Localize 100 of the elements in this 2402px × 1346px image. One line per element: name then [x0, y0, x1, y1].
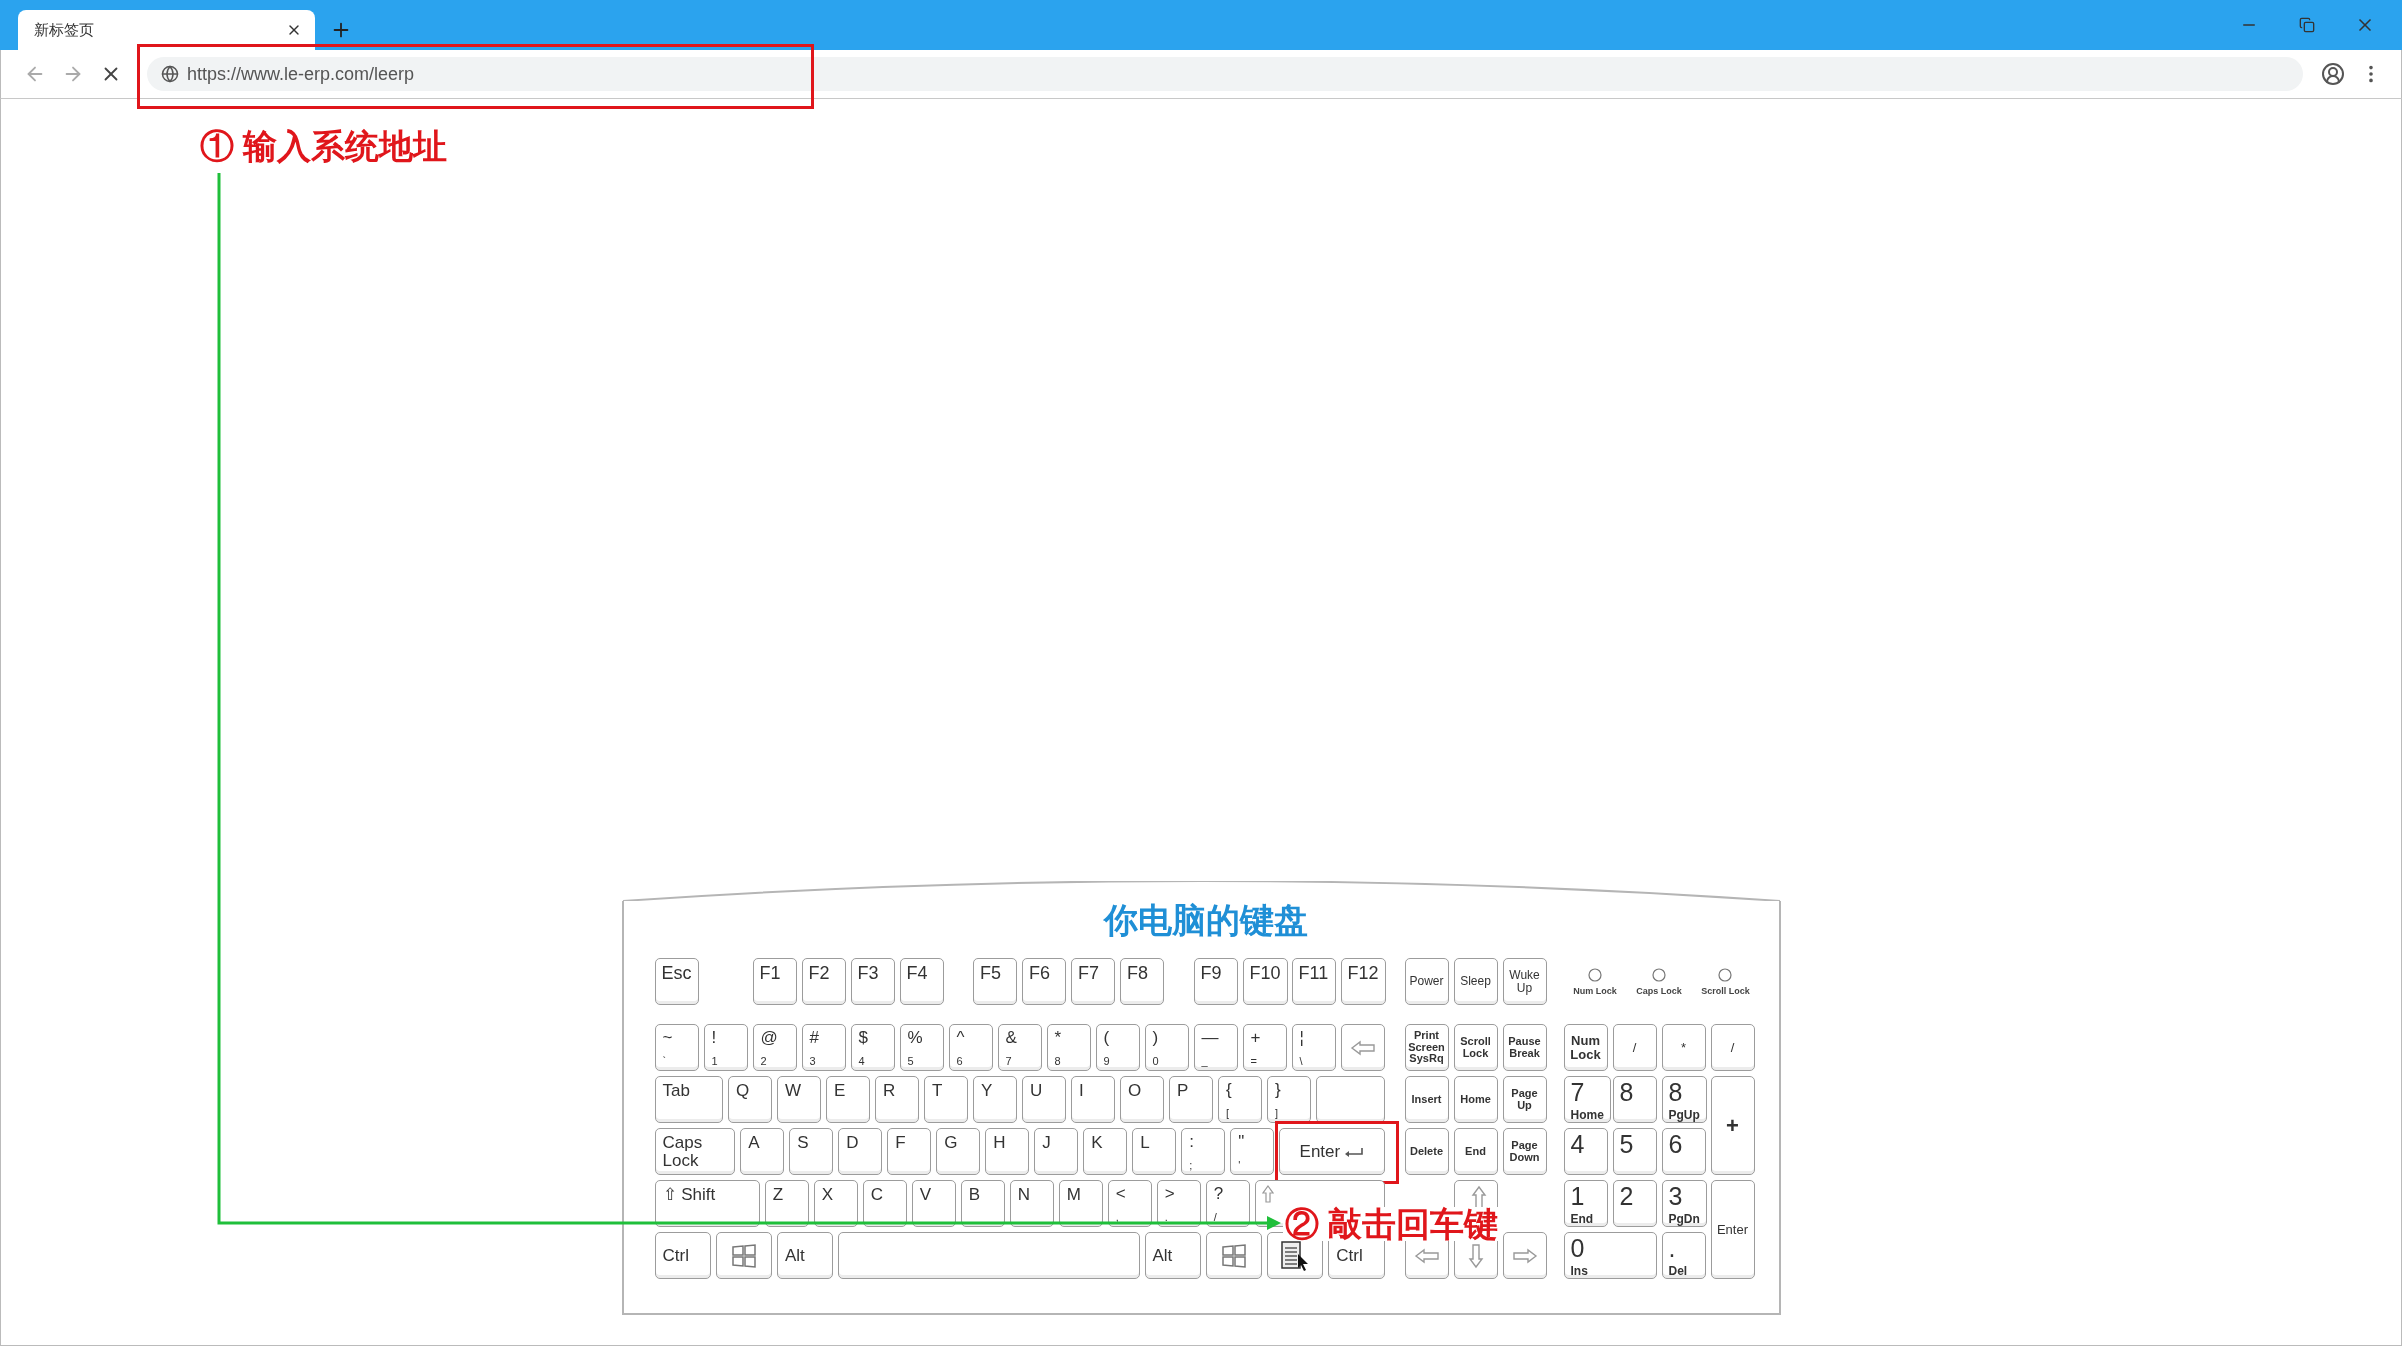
windows-logo-icon [730, 1242, 757, 1269]
key-upper-label: ! [711, 1029, 717, 1046]
keyboard-key: Alt [777, 1232, 834, 1279]
keyboard-key: F4 [899, 958, 944, 1005]
keyboard-key: F1 [752, 958, 797, 1005]
indicator-light-icon [1588, 967, 1602, 982]
key-upper-label: * [1054, 1029, 1062, 1046]
keyboard-key: J [1034, 1128, 1079, 1175]
key-upper-label: : [1189, 1133, 1194, 1150]
keyboard-key: F10 [1242, 958, 1288, 1005]
key-lower-label: 8 [1054, 1056, 1061, 1067]
key-upper-label: ~ [662, 1029, 673, 1046]
indicator-light-icon [1718, 967, 1733, 982]
key-lower-label: = [1250, 1056, 1257, 1067]
key-upper-label: . [1668, 1236, 1676, 1261]
tab-title: 新标签页 [34, 20, 94, 40]
key-lower-label: \ [1299, 1056, 1303, 1067]
keyboard-key: Pause Break [1502, 1024, 1547, 1071]
keyboard-key: T [924, 1076, 968, 1123]
key-lower-label: 0 [1152, 1056, 1159, 1067]
keyboard-title: 你电脑的键盘 [1102, 901, 1309, 939]
keyboard-key: P [1169, 1076, 1213, 1123]
browser-tab[interactable]: 新标签页 [18, 10, 315, 50]
keyboard-key [1316, 1076, 1385, 1123]
key-upper-label: { [1226, 1081, 1232, 1098]
keyboard-key: V [911, 1180, 956, 1227]
key-lower-label: . [1164, 1212, 1168, 1223]
key-upper-label: ¦ [1299, 1029, 1304, 1046]
keyboard-key: U [1022, 1076, 1066, 1123]
key-upper-label: 4 [1570, 1132, 1585, 1157]
key-upper-label: 5 [1619, 1132, 1634, 1157]
keyboard-key: A [740, 1128, 785, 1175]
key-lower-label: ; [1189, 1160, 1193, 1171]
key-upper-label: — [1201, 1029, 1219, 1046]
key-lower-label: 5 [907, 1056, 914, 1067]
keyboard-key: C [862, 1180, 907, 1227]
keyboard-key: O [1120, 1076, 1164, 1123]
keyboard-key: G [936, 1128, 981, 1175]
key-lower-label: ] [1275, 1108, 1279, 1119]
keyboard-key: Enter [1710, 1180, 1755, 1279]
keyboard-key: H [985, 1128, 1030, 1175]
keyboard-key: S [789, 1128, 834, 1175]
key-upper-label: 1 [1570, 1184, 1585, 1209]
keyboard-key: F2 [801, 958, 846, 1005]
key-lower-label: 1 [711, 1056, 718, 1067]
keyboard-key: / [1612, 1024, 1657, 1071]
key-lower-label: 6 [956, 1056, 963, 1067]
indicator-label: Num Lock [1573, 985, 1617, 996]
key-label: Enter [1299, 1142, 1341, 1161]
keyboard-key: L [1132, 1128, 1177, 1175]
keyboard-key: Z [764, 1180, 809, 1227]
keyboard-key: Caps Lock [654, 1128, 736, 1175]
key-lower-label: 9 [1103, 1056, 1110, 1067]
keyboard-key: Wuke Up [1502, 958, 1547, 1005]
keyboard-key: B [960, 1180, 1005, 1227]
keyboard-key: Y [973, 1076, 1017, 1123]
keyboard-key: D [838, 1128, 883, 1175]
keyboard-key: I [1071, 1076, 1115, 1123]
key-upper-label: 3 [1668, 1184, 1683, 1209]
key-upper-label: 8 [1668, 1080, 1683, 1105]
key-upper-label: 7 [1570, 1080, 1585, 1105]
key-upper-label: % [907, 1029, 923, 1046]
key-upper-label: + [1250, 1029, 1261, 1046]
keyboard-key: Page Up [1502, 1076, 1547, 1123]
keyboard-key: F5 [973, 958, 1017, 1005]
key-upper-label: 8 [1619, 1080, 1634, 1105]
key-upper-label: $ [858, 1029, 868, 1046]
key-upper-label: & [1005, 1029, 1017, 1046]
key-upper-label: # [809, 1029, 819, 1046]
key-upper-label: 2 [1619, 1184, 1634, 1209]
key-upper-label: @ [760, 1029, 778, 1046]
keyboard-key: Page Down [1502, 1128, 1547, 1175]
windows-logo-icon [1220, 1242, 1247, 1269]
key-upper-label: ? [1213, 1185, 1224, 1202]
keyboard-key: Home [1453, 1076, 1498, 1123]
keyboard-key: Print Screen SysRq [1404, 1024, 1449, 1071]
address-field[interactable]: https://www.le-erp.com/leerp [147, 57, 2303, 91]
keyboard-key: * [1661, 1024, 1706, 1071]
key-lower-label: End [1570, 1213, 1594, 1225]
keyboard-key: End [1453, 1128, 1498, 1175]
key-lower-label: PgDn [1668, 1213, 1700, 1225]
keyboard-key: Num Lock [1563, 1024, 1608, 1071]
keyboard-key: + [1710, 1076, 1755, 1175]
key-upper-label: ) [1152, 1029, 1159, 1046]
key-upper-label: > [1164, 1185, 1175, 1202]
key-upper-label: 0 [1570, 1236, 1585, 1261]
keyboard-key: Insert [1404, 1076, 1449, 1123]
key-upper-label: < [1115, 1185, 1126, 1202]
key-upper-label: 6 [1668, 1132, 1683, 1157]
key-lower-label: 3 [809, 1056, 816, 1067]
key-lower-label: [ [1226, 1108, 1230, 1119]
key-lower-label: _ [1201, 1056, 1208, 1067]
keyboard-key: / [1710, 1024, 1755, 1071]
indicator-label: Scroll Lock [1701, 985, 1750, 996]
globe-icon [161, 65, 179, 83]
key-lower-label: PgUp [1668, 1109, 1700, 1121]
keyboard-key: ⇧ Shift [654, 1180, 760, 1227]
keyboard-key: Power [1404, 958, 1449, 1005]
keyboard-key: Ctrl [654, 1232, 711, 1279]
url-text: https://www.le-erp.com/leerp [187, 63, 415, 85]
